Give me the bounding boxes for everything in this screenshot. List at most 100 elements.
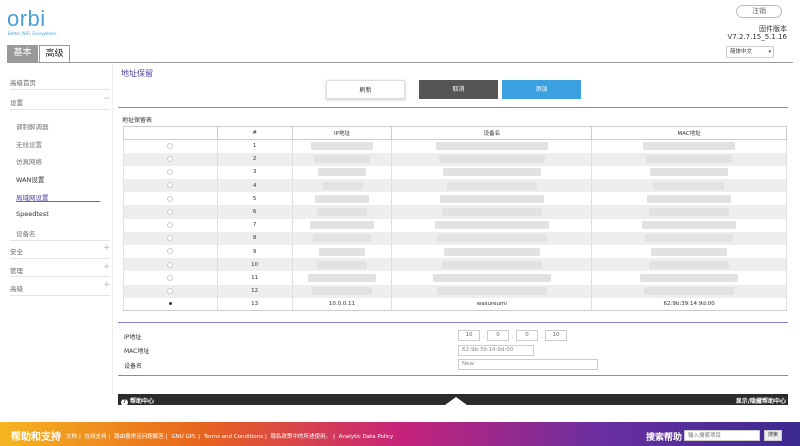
blurred-value xyxy=(435,142,548,151)
language-value: 简体中文 xyxy=(730,49,753,55)
table-row[interactable]: 13 10.0.0.11 wasureumi 62:9b:39:14:9d:00 xyxy=(123,297,787,312)
table-row[interactable]: 3 xyxy=(123,165,787,180)
blurred-value xyxy=(443,247,540,256)
table-row[interactable]: 12 xyxy=(123,284,787,298)
tab-advanced[interactable]: 高级 xyxy=(39,45,70,63)
sidebar-item-setup[interactable]: 设置 xyxy=(10,97,23,107)
sidebar-item-wan[interactable]: WAN设置 xyxy=(16,174,44,184)
row-device-name xyxy=(391,179,593,193)
cancel-button[interactable]: 取消 xyxy=(419,80,498,99)
table-row[interactable]: 1 xyxy=(123,139,787,153)
table-row[interactable]: 11 xyxy=(123,271,787,285)
ip-octet-2[interactable]: 0 xyxy=(487,330,509,341)
page-title: 地址保留 xyxy=(121,69,153,78)
table-row[interactable]: 9 xyxy=(123,245,787,259)
sidebar-item-emulated-network[interactable]: 仿真网络 xyxy=(16,156,42,166)
add-button[interactable]: 添加 xyxy=(502,80,581,99)
firmware-version: V7.2.7.15_5.1.16 xyxy=(727,33,788,41)
expand-icon[interactable]: + xyxy=(103,243,111,253)
search-input[interactable] xyxy=(684,430,760,441)
search-button[interactable]: 搜索 xyxy=(764,430,782,441)
ip-octet-3[interactable]: 0 xyxy=(516,330,538,341)
footer-link-terms[interactable]: Terms and Conditions xyxy=(204,434,263,440)
blurred-value xyxy=(441,208,542,217)
row-radio-cell[interactable] xyxy=(123,192,218,206)
show-hide-help-link[interactable]: 显示/隐藏帮助中心 xyxy=(736,396,786,405)
device-name-field[interactable]: New xyxy=(458,359,598,370)
sidebar-separator xyxy=(10,295,110,296)
tab-divider xyxy=(7,62,793,63)
row-radio-cell[interactable] xyxy=(123,271,218,285)
expand-icon[interactable]: + xyxy=(103,262,111,272)
sidebar-item-admin[interactable]: 管理 xyxy=(10,265,23,275)
row-radio-cell[interactable] xyxy=(123,152,218,166)
row-radio-cell[interactable] xyxy=(123,258,218,272)
footer-link-gpl[interactable]: GNU GPL xyxy=(171,434,196,440)
table-row[interactable]: 5 xyxy=(123,192,787,206)
collapse-icon[interactable]: − xyxy=(103,94,111,104)
table-row[interactable]: 10 xyxy=(123,258,787,272)
expand-icon[interactable]: + xyxy=(103,280,111,290)
row-radio[interactable] xyxy=(167,274,174,281)
row-radio[interactable] xyxy=(167,182,174,189)
ip-octet-4[interactable]: 10 xyxy=(545,330,567,341)
refresh-button[interactable]: 刷新 xyxy=(326,80,405,99)
row-radio[interactable] xyxy=(167,169,174,176)
blurred-value xyxy=(308,273,377,282)
sidebar-item-advanced[interactable]: 高级 xyxy=(10,283,23,293)
row-ip xyxy=(291,192,393,206)
language-select[interactable]: 简体中文 ▾ xyxy=(726,46,774,58)
logout-button[interactable]: 注销 xyxy=(736,5,782,18)
sidebar-item-wireless[interactable]: 无线设置 xyxy=(16,139,42,149)
footer-link-privacy[interactable]: 隐私政策中的所述使用。 xyxy=(271,434,332,440)
mac-field[interactable]: 62:9b:39:14:9d:00 xyxy=(458,345,534,356)
sidebar-item-speedtest[interactable]: Speedtest xyxy=(16,210,49,218)
footer-link-docs[interactable]: 文档 xyxy=(66,434,77,440)
help-icon: ? xyxy=(121,399,128,406)
row-radio[interactable] xyxy=(167,261,174,268)
footer-link-faq[interactable]: 路由器常见问题解答 xyxy=(114,434,164,440)
tab-basic[interactable]: 基本 xyxy=(7,45,38,63)
row-radio[interactable] xyxy=(167,287,174,294)
table-row[interactable]: 8 xyxy=(123,231,787,245)
row-radio-cell[interactable] xyxy=(123,205,218,219)
row-radio[interactable] xyxy=(167,235,174,242)
blurred-value xyxy=(314,155,371,164)
footer-link-analytics[interactable]: Analytic Data Policy xyxy=(339,434,394,440)
sidebar-item-modem[interactable]: 调制解调器 xyxy=(16,121,49,131)
row-radio[interactable] xyxy=(167,143,174,150)
row-radio-cell[interactable] xyxy=(123,297,218,312)
row-radio[interactable] xyxy=(167,221,174,228)
sidebar-item-advanced-home[interactable]: 高级首页 xyxy=(10,77,36,87)
sidebar-item-security[interactable]: 安全 xyxy=(10,246,23,256)
help-center-toggle[interactable]: ? 帮助中心 xyxy=(121,396,154,406)
blurred-value xyxy=(446,181,537,190)
table-row[interactable]: 2 xyxy=(123,152,787,166)
row-radio-cell[interactable] xyxy=(123,284,218,298)
search-help-label: 搜索帮助 xyxy=(646,433,683,443)
row-device-name xyxy=(391,205,593,219)
table-row[interactable]: 4 xyxy=(123,179,787,193)
row-radio-cell[interactable] xyxy=(123,218,218,232)
row-radio[interactable] xyxy=(167,156,174,163)
row-radio-cell[interactable] xyxy=(123,179,218,193)
ip-octet-1[interactable]: 10 xyxy=(458,330,480,341)
row-radio[interactable] xyxy=(167,195,174,202)
row-radio[interactable] xyxy=(167,248,174,255)
footer-link-online-support[interactable]: 在线支持 xyxy=(85,434,107,440)
row-radio-cell[interactable] xyxy=(123,245,218,259)
sidebar-item-device-name[interactable]: 设备名 xyxy=(16,228,36,238)
ip-label: IP地址 xyxy=(124,334,142,341)
row-radio[interactable] xyxy=(167,208,174,215)
table-row[interactable]: 7 xyxy=(123,218,787,232)
table-row[interactable]: 6 xyxy=(123,205,787,219)
expand-arrow-icon[interactable] xyxy=(445,397,467,405)
row-radio[interactable] xyxy=(168,302,172,306)
row-radio-cell[interactable] xyxy=(123,231,218,245)
row-mac xyxy=(591,205,787,219)
row-device-name: wasureumi xyxy=(391,297,593,312)
row-radio-cell[interactable] xyxy=(123,139,218,153)
row-ip xyxy=(291,205,393,219)
row-radio-cell[interactable] xyxy=(123,165,218,180)
form-divider xyxy=(118,322,788,323)
